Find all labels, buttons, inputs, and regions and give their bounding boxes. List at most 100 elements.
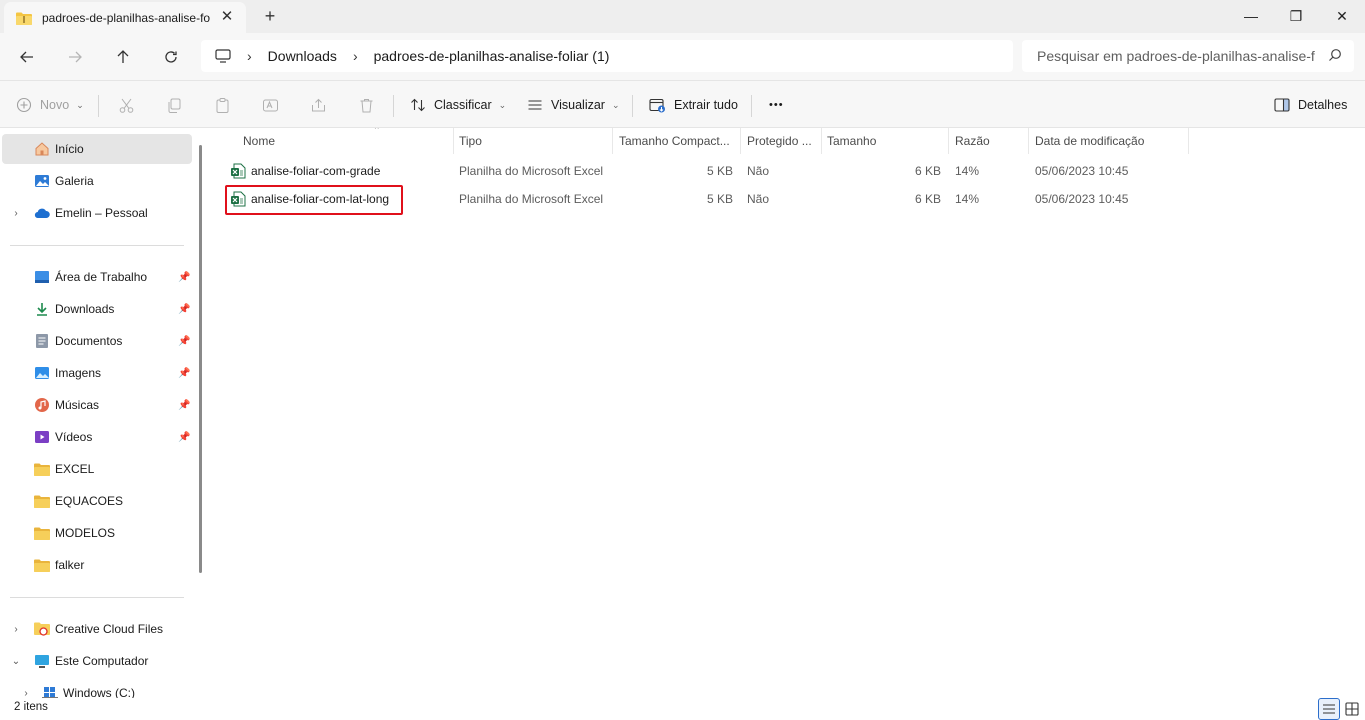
pin-icon[interactable]: 📌 bbox=[178, 400, 190, 411]
scissors-icon bbox=[119, 98, 134, 113]
column-header-protected[interactable]: Protegido ... bbox=[747, 128, 821, 154]
sidebar-item-onedrive[interactable]: › Emelin – Pessoal bbox=[2, 198, 192, 228]
search-icon bbox=[1329, 49, 1341, 61]
file-name: analise-foliar-com-grade bbox=[251, 164, 381, 178]
new-tab-button[interactable]: + bbox=[258, 4, 282, 28]
details-label: Detalhes bbox=[1298, 98, 1348, 112]
sidebar-item-videos[interactable]: Vídeos 📌 bbox=[2, 422, 192, 452]
view-button[interactable]: Visualizar ⌄ bbox=[527, 89, 620, 121]
sidebar-item-label: Início bbox=[55, 142, 84, 156]
sidebar-item-excel[interactable]: EXCEL bbox=[2, 454, 192, 484]
pin-icon[interactable]: 📌 bbox=[178, 304, 190, 315]
maximize-button[interactable]: ❐ bbox=[1273, 0, 1319, 32]
sidebar-item-galeria[interactable]: Galeria bbox=[2, 166, 192, 196]
chevron-down-icon[interactable]: ⌄ bbox=[10, 656, 22, 667]
rename-button[interactable] bbox=[262, 89, 279, 121]
folder-icon bbox=[34, 493, 50, 509]
more-options-button[interactable]: ••• bbox=[769, 89, 784, 121]
column-header-size[interactable]: Tamanho bbox=[827, 128, 947, 154]
tiles-view-button[interactable] bbox=[1341, 698, 1363, 720]
pin-icon[interactable]: 📌 bbox=[178, 272, 190, 283]
sidebar-item-documentos[interactable]: Documentos 📌 bbox=[2, 326, 192, 356]
column-separator[interactable] bbox=[1028, 128, 1029, 154]
minimize-button[interactable]: — bbox=[1228, 0, 1274, 32]
column-separator[interactable] bbox=[453, 128, 454, 154]
column-header-modified[interactable]: Data de modificação bbox=[1035, 128, 1185, 154]
up-button[interactable] bbox=[109, 43, 137, 71]
sidebar-item-falker[interactable]: falker bbox=[2, 550, 192, 580]
pin-icon[interactable]: 📌 bbox=[178, 336, 190, 347]
paste-button[interactable] bbox=[214, 89, 231, 121]
tab-close-icon[interactable]: ✕ bbox=[218, 8, 236, 26]
sidebar-scrollbar[interactable] bbox=[199, 145, 202, 573]
file-row[interactable]: analise-foliar-com-lat-long Planilha do … bbox=[224, 186, 1364, 212]
column-header-ratio[interactable]: Razão bbox=[955, 128, 1025, 154]
chevron-right-icon: › bbox=[352, 48, 358, 64]
copy-button[interactable] bbox=[166, 89, 183, 121]
sidebar-item-label: Emelin – Pessoal bbox=[55, 206, 148, 220]
sort-icon bbox=[410, 97, 426, 113]
rename-icon bbox=[263, 99, 278, 111]
chevron-right-icon[interactable]: › bbox=[10, 208, 22, 219]
forward-button[interactable] bbox=[61, 43, 89, 71]
column-header-label: Nome bbox=[243, 134, 276, 148]
excel-file-icon bbox=[230, 191, 246, 207]
onedrive-icon bbox=[34, 205, 50, 221]
sort-button[interactable]: Classificar ⌄ bbox=[410, 89, 506, 121]
sidebar-item-equacoes[interactable]: EQUACOES bbox=[2, 486, 192, 516]
details-pane-icon bbox=[1274, 98, 1290, 112]
column-separator[interactable] bbox=[612, 128, 613, 154]
file-list: Nome ⌃ Tipo Tamanho Compact... Protegido… bbox=[210, 128, 1365, 698]
column-separator[interactable] bbox=[1188, 128, 1189, 154]
sidebar-item-area-de-trabalho[interactable]: Área de Trabalho 📌 bbox=[2, 262, 192, 292]
extract-all-label: Extrair tudo bbox=[674, 98, 738, 112]
monitor-icon bbox=[215, 49, 231, 63]
pin-icon[interactable]: 📌 bbox=[178, 432, 190, 443]
extract-all-button[interactable]: Extrair tudo bbox=[649, 89, 738, 121]
cut-button[interactable] bbox=[118, 89, 135, 121]
pin-icon[interactable]: 📌 bbox=[178, 368, 190, 379]
share-button[interactable] bbox=[310, 89, 327, 121]
sidebar-item-label: Este Computador bbox=[55, 654, 149, 668]
chevron-right-icon[interactable]: › bbox=[10, 624, 22, 635]
back-button[interactable] bbox=[13, 43, 41, 71]
delete-button[interactable] bbox=[358, 89, 375, 121]
close-window-button[interactable]: ✕ bbox=[1319, 0, 1365, 32]
column-separator[interactable] bbox=[948, 128, 949, 154]
file-modified: 05/06/2023 10:45 bbox=[1035, 192, 1129, 206]
column-header-type[interactable]: Tipo bbox=[459, 128, 609, 154]
new-button[interactable]: Novo ⌄ bbox=[16, 89, 84, 121]
sidebar-item-este-computador[interactable]: ⌄ Este Computador bbox=[2, 646, 192, 676]
column-header-name[interactable]: Nome ⌃ bbox=[243, 128, 453, 154]
sidebar-item-downloads[interactable]: Downloads 📌 bbox=[2, 294, 192, 324]
sidebar-item-inicio[interactable]: Início bbox=[2, 134, 192, 164]
breadcrumb-downloads[interactable]: Downloads bbox=[268, 48, 337, 64]
file-row[interactable]: analise-foliar-com-grade Planilha do Mic… bbox=[224, 158, 1364, 184]
details-button[interactable]: Detalhes bbox=[1274, 89, 1347, 121]
details-view-button[interactable] bbox=[1318, 698, 1340, 720]
sidebar-item-modelos[interactable]: MODELOS bbox=[2, 518, 192, 548]
file-type: Planilha do Microsoft Excel bbox=[459, 164, 604, 178]
file-name-cell: analise-foliar-com-grade bbox=[230, 158, 380, 184]
sidebar-item-label: Downloads bbox=[55, 302, 115, 316]
sidebar-item-musicas[interactable]: Músicas 📌 bbox=[2, 390, 192, 420]
item-count: 2 itens bbox=[14, 701, 48, 713]
sidebar-item-creative-cloud[interactable]: › Creative Cloud Files bbox=[2, 614, 192, 644]
chevron-right-icon[interactable]: › bbox=[20, 688, 32, 699]
address-bar[interactable]: › Downloads › padroes-de-planilhas-anali… bbox=[201, 40, 1013, 72]
sidebar-item-imagens[interactable]: Imagens 📌 bbox=[2, 358, 192, 388]
column-separator[interactable] bbox=[740, 128, 741, 154]
sidebar-item-label: Creative Cloud Files bbox=[55, 622, 164, 636]
tab-active[interactable]: padroes-de-planilhas-analise-foliar (1) … bbox=[4, 2, 246, 33]
breadcrumb-current-folder[interactable]: padroes-de-planilhas-analise-foliar (1) bbox=[374, 48, 610, 64]
refresh-button[interactable] bbox=[157, 43, 185, 71]
chevron-right-icon: › bbox=[247, 48, 252, 64]
search-input[interactable]: Pesquisar em padroes-de-planilhas-analis… bbox=[1022, 40, 1354, 72]
sidebar-item-label: Imagens bbox=[55, 366, 102, 380]
column-separator[interactable] bbox=[821, 128, 822, 154]
trash-icon bbox=[360, 98, 373, 112]
file-protected: Não bbox=[747, 192, 770, 206]
drive-icon bbox=[42, 685, 58, 698]
sidebar-item-windows-c[interactable]: › Windows (C:) bbox=[2, 678, 192, 698]
column-header-compressed-size[interactable]: Tamanho Compact... bbox=[619, 128, 739, 154]
